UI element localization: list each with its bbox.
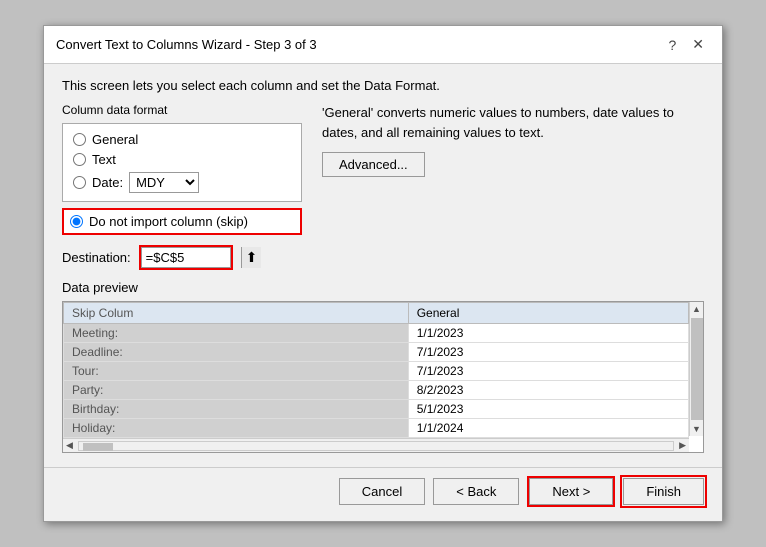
destination-row: Destination: ⬆ [62, 245, 704, 270]
radio-skip-row: Do not import column (skip) [62, 208, 302, 235]
advanced-button[interactable]: Advanced... [322, 152, 425, 177]
radio-text[interactable] [73, 153, 86, 166]
left-panel: Column data format General Text Date: [62, 103, 302, 235]
scroll-left-arrow[interactable]: ◀ [63, 440, 76, 451]
cell-skip-5: Holiday: [64, 419, 409, 438]
destination-label: Destination: [62, 250, 131, 265]
table-row: Tour: 7/1/2023 [64, 362, 689, 381]
cell-general-5: 1/1/2024 [408, 419, 688, 438]
table-row: Party: 8/2/2023 [64, 381, 689, 400]
close-button[interactable]: ✕ [686, 34, 710, 55]
destination-icon-button[interactable]: ⬆ [241, 247, 262, 268]
preview-col-general-header: General [408, 303, 688, 324]
preview-section: Data preview Skip Colum General Meeting:… [62, 280, 704, 453]
preview-table: Skip Colum General Meeting: 1/1/2023 Dea… [63, 302, 689, 438]
instruction-text: This screen lets you select each column … [62, 78, 704, 93]
cell-skip-4: Birthday: [64, 400, 409, 419]
radio-skip-label: Do not import column (skip) [89, 214, 248, 229]
next-button-wrapper: Next > [527, 476, 615, 507]
help-button[interactable]: ? [662, 35, 682, 55]
radio-date[interactable] [73, 176, 86, 189]
title-bar-right: ? ✕ [662, 34, 710, 55]
cell-general-1: 7/1/2023 [408, 343, 688, 362]
preview-col-skip-header: Skip Colum [64, 303, 409, 324]
cell-skip-2: Tour: [64, 362, 409, 381]
hscroll-track [78, 441, 674, 451]
radio-date-label: Date: [92, 175, 123, 190]
right-panel: 'General' converts numeric values to num… [322, 103, 704, 235]
radio-general-row: General [73, 132, 291, 147]
dialog-body: This screen lets you select each column … [44, 64, 722, 463]
scroll-thumb-v[interactable] [691, 318, 703, 420]
cancel-button[interactable]: Cancel [339, 478, 425, 505]
scroll-down-arrow[interactable]: ▼ [690, 422, 703, 436]
back-button[interactable]: < Back [433, 478, 519, 505]
table-row: Deadline: 7/1/2023 [64, 343, 689, 362]
radio-skip[interactable] [70, 215, 83, 228]
destination-input-wrapper [139, 245, 233, 270]
table-row: Meeting: 1/1/2023 [64, 324, 689, 343]
horizontal-scrollbar[interactable]: ◀ ▶ [63, 438, 689, 452]
cell-general-4: 5/1/2023 [408, 400, 688, 419]
title-bar: Convert Text to Columns Wizard - Step 3 … [44, 26, 722, 64]
cell-skip-3: Party: [64, 381, 409, 400]
radio-text-label: Text [92, 152, 116, 167]
scroll-up-arrow[interactable]: ▲ [690, 302, 703, 316]
cell-skip-1: Deadline: [64, 343, 409, 362]
date-format-select[interactable]: MDY DMY YMD [129, 172, 199, 193]
preview-header-row: Skip Colum General [64, 303, 689, 324]
preview-label: Data preview [62, 280, 704, 295]
hscroll-thumb[interactable] [83, 443, 113, 451]
cell-general-2: 7/1/2023 [408, 362, 688, 381]
radio-general[interactable] [73, 133, 86, 146]
title-bar-left: Convert Text to Columns Wizard - Step 3 … [56, 37, 317, 52]
destination-input[interactable] [141, 247, 231, 268]
next-button[interactable]: Next > [529, 478, 613, 505]
radio-group: General Text Date: MDY DMY YMD [62, 123, 302, 202]
scroll-right-arrow[interactable]: ▶ [676, 440, 689, 451]
column-format-label: Column data format [62, 103, 302, 117]
radio-general-label: General [92, 132, 138, 147]
cell-skip-0: Meeting: [64, 324, 409, 343]
radio-text-row: Text [73, 152, 291, 167]
general-desc-text: 'General' converts numeric values to num… [322, 103, 704, 142]
dialog-window: Convert Text to Columns Wizard - Step 3 … [43, 25, 723, 522]
vertical-scrollbar[interactable]: ▲ ▼ [689, 302, 703, 436]
table-row: Birthday: 5/1/2023 [64, 400, 689, 419]
radio-date-row: Date: MDY DMY YMD [73, 172, 291, 193]
table-row: Holiday: 1/1/2024 [64, 419, 689, 438]
content-area: Column data format General Text Date: [62, 103, 704, 235]
preview-table-wrapper: Skip Colum General Meeting: 1/1/2023 Dea… [62, 301, 704, 453]
finish-button[interactable]: Finish [623, 478, 704, 505]
dialog-footer: Cancel < Back Next > Finish [44, 467, 722, 521]
dialog-title: Convert Text to Columns Wizard - Step 3 … [56, 37, 317, 52]
cell-general-0: 1/1/2023 [408, 324, 688, 343]
cell-general-3: 8/2/2023 [408, 381, 688, 400]
